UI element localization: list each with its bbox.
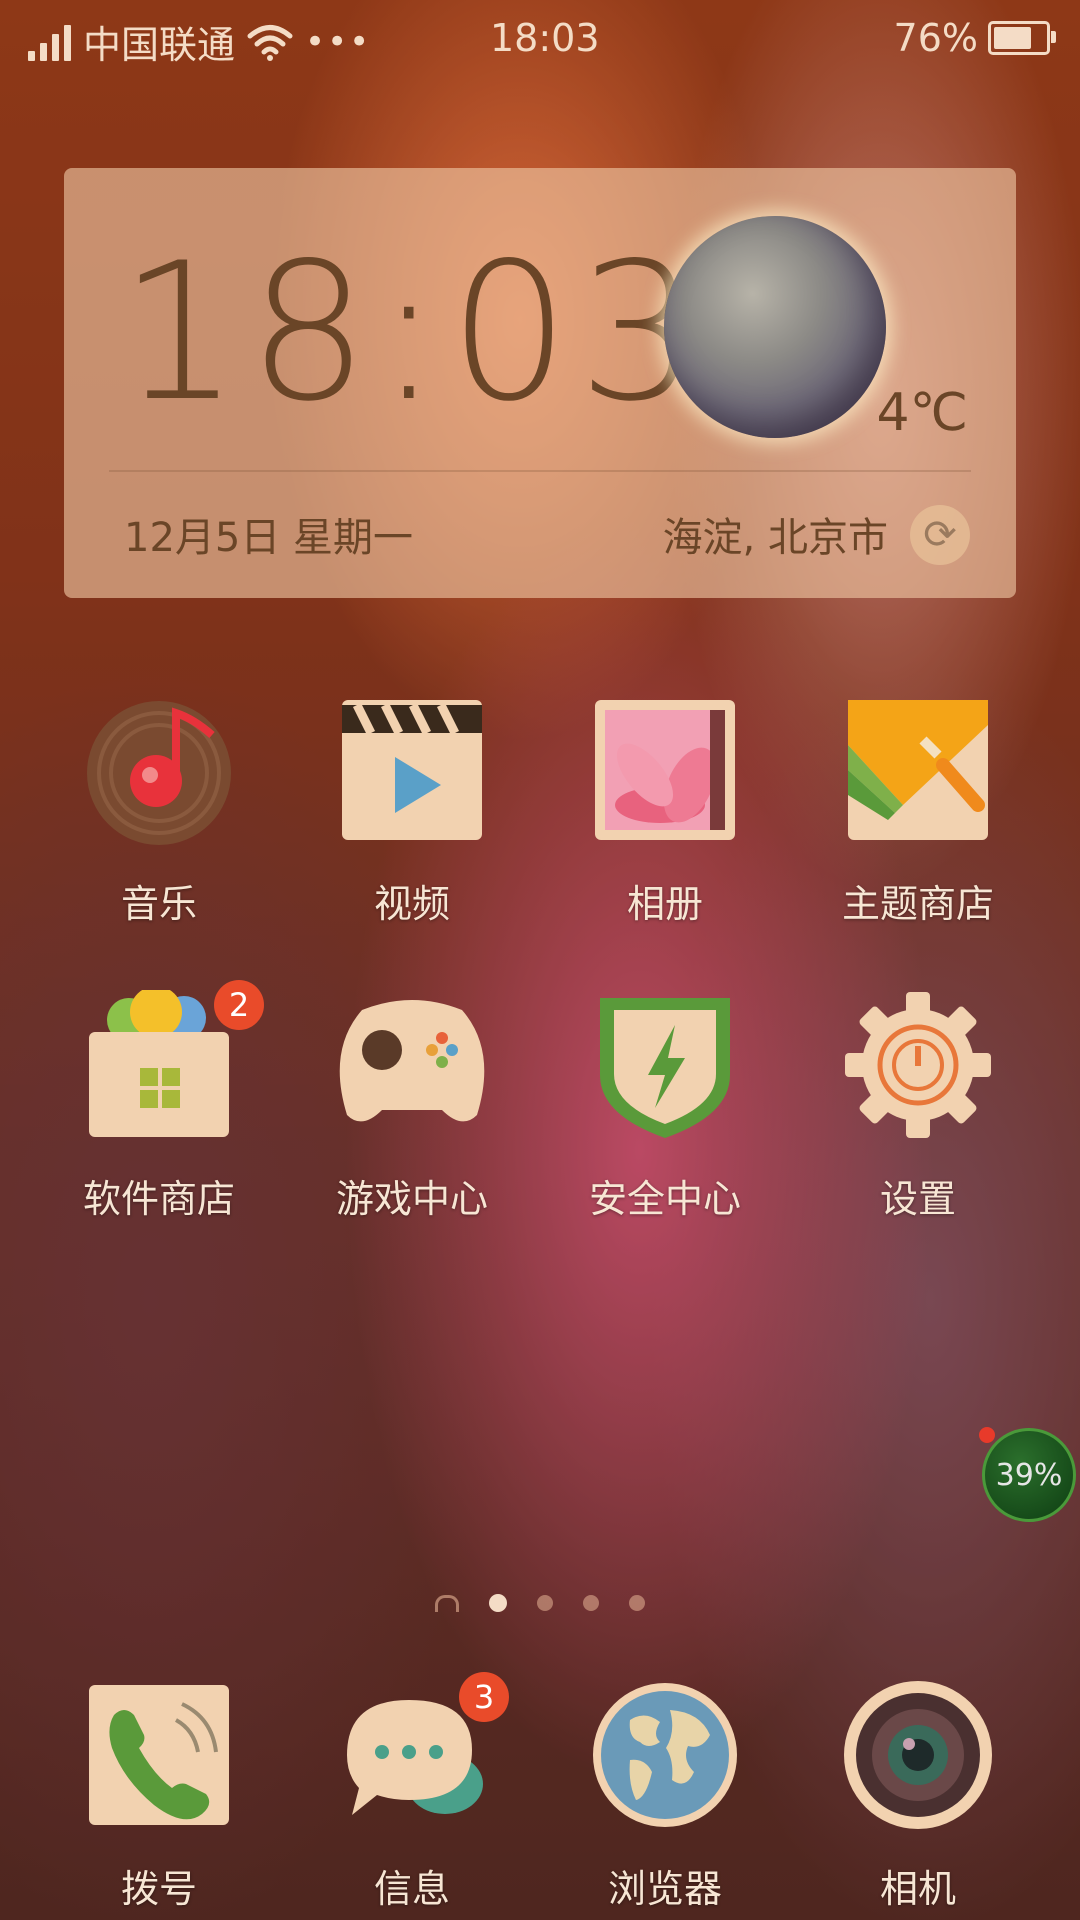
more-notifications-icon: ••• xyxy=(305,21,372,62)
app-gallery[interactable]: 相册 xyxy=(555,695,775,928)
page-dot[interactable] xyxy=(583,1595,599,1611)
carrier-label: 中国联通 xyxy=(83,23,236,67)
camera-icon xyxy=(843,1680,993,1830)
moon-icon[interactable] xyxy=(664,216,886,438)
app-security-center[interactable]: 安全中心 xyxy=(555,990,775,1223)
battery-icon xyxy=(988,21,1056,55)
app-settings[interactable]: 设置 xyxy=(808,990,1028,1223)
badge-count: 2 xyxy=(214,980,264,1030)
app-theme-store[interactable]: 主题商店 xyxy=(808,695,1028,928)
page-indicator[interactable] xyxy=(0,1594,1080,1612)
app-label: 视频 xyxy=(373,882,450,926)
status-time: 18:03 xyxy=(490,16,600,60)
notification-dot xyxy=(979,1427,995,1443)
app-label: 相机 xyxy=(879,1867,956,1911)
clock-weather-widget[interactable]: 18:03 4℃ 12月5日 星期一 海淀, 北京市 ⟳ xyxy=(64,168,1016,598)
dock-app-camera[interactable]: 相机 xyxy=(808,1680,1028,1913)
security-center-icon xyxy=(590,990,740,1140)
app-label: 安全中心 xyxy=(588,1177,741,1221)
signal-icon xyxy=(28,23,71,61)
floating-ball-button[interactable]: 39% xyxy=(979,1427,1076,1522)
app-label: 设置 xyxy=(879,1177,956,1221)
battery-percent: 76% xyxy=(893,16,978,60)
app-label: 拨号 xyxy=(120,1867,197,1911)
gallery-icon xyxy=(590,695,740,845)
app-store-icon: 2 xyxy=(84,980,264,1140)
floating-ball-label: 39% xyxy=(995,1457,1063,1493)
temperature: 4℃ xyxy=(876,383,968,443)
app-video[interactable]: 视频 xyxy=(302,695,522,928)
app-label: 主题商店 xyxy=(841,882,994,926)
page-dot[interactable] xyxy=(629,1595,645,1611)
badge-count: 3 xyxy=(459,1672,509,1722)
dock-app-phone[interactable]: 拨号 xyxy=(49,1680,269,1913)
dock-app-messages[interactable]: 3 信息 xyxy=(302,1672,522,1913)
browser-icon xyxy=(590,1680,740,1830)
app-label: 相册 xyxy=(626,882,703,926)
refresh-icon[interactable]: ⟳ xyxy=(910,505,970,565)
app-label: 游戏中心 xyxy=(335,1177,488,1221)
dock-app-browser[interactable]: 浏览器 xyxy=(555,1680,775,1913)
widget-date[interactable]: 12月5日 星期一 xyxy=(124,505,413,563)
home-page-indicator-icon[interactable] xyxy=(435,1594,459,1612)
widget-divider xyxy=(109,470,971,472)
video-icon xyxy=(337,695,487,845)
app-label: 浏览器 xyxy=(607,1867,722,1911)
app-label: 音乐 xyxy=(120,882,197,926)
app-game-center[interactable]: 游戏中心 xyxy=(302,990,522,1223)
app-music[interactable]: 音乐 xyxy=(49,695,269,928)
game-center-icon xyxy=(337,990,487,1140)
wifi-icon xyxy=(247,24,293,61)
widget-clock[interactable]: 18:03 xyxy=(119,238,707,428)
widget-location[interactable]: 海淀, 北京市 xyxy=(663,505,888,563)
status-bar: 中国联通 ••• 18:03 76% xyxy=(0,0,1080,78)
theme-store-icon xyxy=(843,695,993,845)
music-icon xyxy=(84,695,234,845)
page-dot[interactable] xyxy=(537,1595,553,1611)
phone-icon xyxy=(84,1680,234,1830)
settings-icon xyxy=(843,990,993,1140)
messages-icon: 3 xyxy=(337,1672,509,1830)
app-label: 信息 xyxy=(373,1867,450,1911)
page-dot[interactable] xyxy=(489,1594,507,1612)
app-label: 软件商店 xyxy=(82,1177,235,1221)
app-app-store[interactable]: 2 软件商店 xyxy=(49,980,269,1223)
